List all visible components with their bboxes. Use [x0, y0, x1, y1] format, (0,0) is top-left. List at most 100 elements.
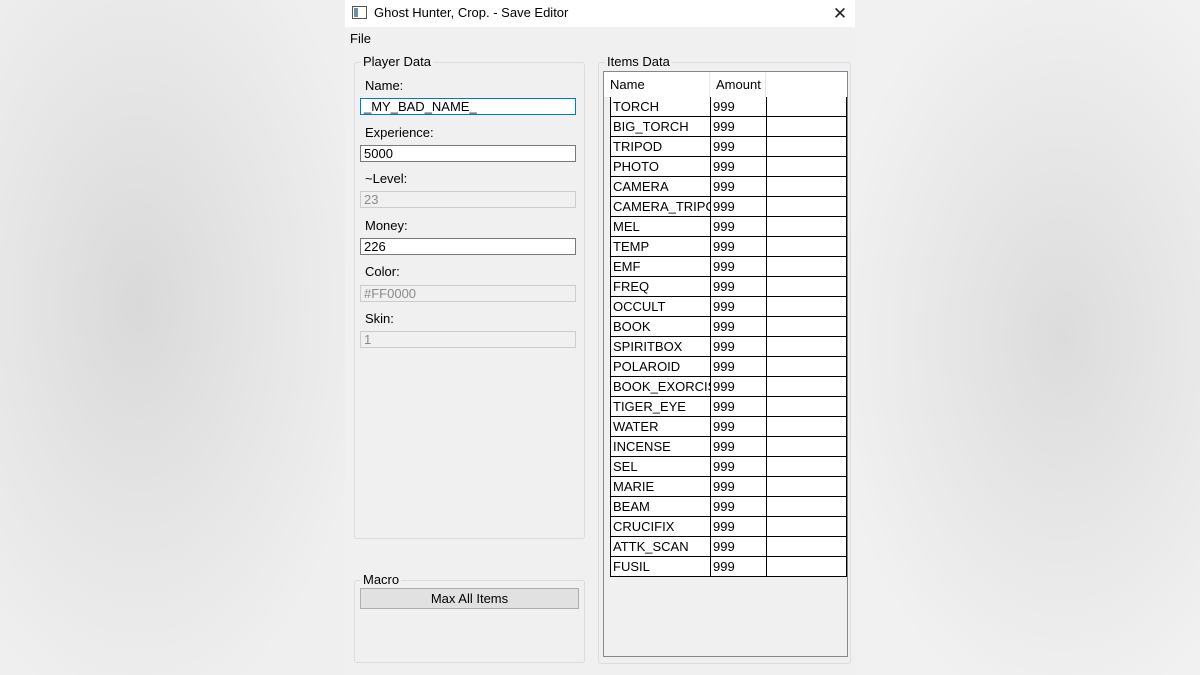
table-row[interactable]: BEAM 999 [610, 497, 847, 517]
item-name-cell[interactable]: CAMERA_TRIPOD [611, 197, 711, 216]
item-amount-cell[interactable]: 999 [711, 217, 767, 236]
close-icon[interactable]: ✕ [825, 0, 855, 27]
item-amount-cell[interactable]: 999 [711, 97, 767, 116]
item-filler-cell [767, 537, 847, 556]
item-amount-cell[interactable]: 999 [711, 457, 767, 476]
macro-legend: Macro [363, 572, 400, 587]
item-name-cell[interactable]: MEL [611, 217, 711, 236]
item-amount-cell[interactable]: 999 [711, 237, 767, 256]
item-name-cell[interactable]: CRUCIFIX [611, 517, 711, 536]
table-row[interactable]: TIGER_EYE 999 [610, 397, 847, 417]
item-name-cell[interactable]: PHOTO [611, 157, 711, 176]
table-row[interactable]: CAMERA 999 [610, 177, 847, 197]
item-name-cell[interactable]: MARIE [611, 477, 711, 496]
table-row[interactable]: EMF 999 [610, 257, 847, 277]
item-name-cell[interactable]: FUSIL [611, 557, 711, 576]
table-row[interactable]: WATER 999 [610, 417, 847, 437]
table-row[interactable]: BOOK 999 [610, 317, 847, 337]
items-data-legend: Items Data [607, 54, 670, 69]
menu-bar: File [345, 27, 855, 49]
item-amount-cell[interactable]: 999 [711, 117, 767, 136]
table-row[interactable]: FREQ 999 [610, 277, 847, 297]
experience-field[interactable]: 5000 [360, 145, 576, 162]
table-row[interactable]: PHOTO 999 [610, 157, 847, 177]
table-row[interactable]: BOOK_EXORCISM999 [610, 377, 847, 397]
item-amount-cell[interactable]: 999 [711, 437, 767, 456]
item-amount-cell[interactable]: 999 [711, 377, 767, 396]
item-amount-cell[interactable]: 999 [711, 497, 767, 516]
table-row[interactable]: MARIE 999 [610, 477, 847, 497]
item-name-cell[interactable]: INCENSE [611, 437, 711, 456]
item-name-cell[interactable]: OCCULT [611, 297, 711, 316]
item-amount-cell[interactable]: 999 [711, 557, 767, 576]
item-amount-cell[interactable]: 999 [711, 257, 767, 276]
menu-file[interactable]: File [350, 31, 371, 46]
column-header-name[interactable]: Name [604, 72, 710, 97]
table-row[interactable]: BIG_TORCH 999 [610, 117, 847, 137]
item-filler-cell [767, 277, 847, 296]
item-name-cell[interactable]: POLAROID [611, 357, 711, 376]
item-name-cell[interactable]: SPIRITBOX [611, 337, 711, 356]
item-name-cell[interactable]: WATER [611, 417, 711, 436]
column-header-amount[interactable]: Amount [710, 72, 766, 97]
table-row[interactable]: ATTK_SCAN 999 [610, 537, 847, 557]
item-name-cell[interactable]: TEMP [611, 237, 711, 256]
table-row[interactable]: TORCH 999 [610, 97, 847, 117]
item-amount-cell[interactable]: 999 [711, 357, 767, 376]
item-name-cell[interactable]: ATTK_SCAN [611, 537, 711, 556]
table-row[interactable]: FUSIL 999 [610, 557, 847, 577]
table-row[interactable]: TRIPOD 999 [610, 137, 847, 157]
item-name-cell[interactable]: TRIPOD [611, 137, 711, 156]
item-amount-cell[interactable]: 999 [711, 137, 767, 156]
title-bar[interactable]: Ghost Hunter, Crop. - Save Editor ✕ [345, 0, 855, 27]
item-amount-cell[interactable]: 999 [711, 197, 767, 216]
item-filler-cell [767, 417, 847, 436]
item-name-cell[interactable]: FREQ [611, 277, 711, 296]
table-row[interactable]: SPIRITBOX 999 [610, 337, 847, 357]
background-left [0, 0, 345, 675]
item-amount-cell[interactable]: 999 [711, 517, 767, 536]
item-filler-cell [767, 197, 847, 216]
table-row[interactable]: CAMERA_TRIPOD999 [610, 197, 847, 217]
item-amount-cell[interactable]: 999 [711, 417, 767, 436]
item-filler-cell [767, 217, 847, 236]
window-title: Ghost Hunter, Crop. - Save Editor [374, 5, 569, 20]
items-grid[interactable]: Name Amount TORCH 999 BIG_TORCH 999 TRIPOD 99… [603, 71, 848, 657]
item-amount-cell[interactable]: 999 [711, 177, 767, 196]
table-row[interactable]: OCCULT 999 [610, 297, 847, 317]
item-amount-cell[interactable]: 999 [711, 297, 767, 316]
item-amount-cell[interactable]: 999 [711, 277, 767, 296]
table-row[interactable]: SEL 999 [610, 457, 847, 477]
name-field[interactable]: _MY_BAD_NAME_ [360, 98, 576, 115]
item-name-cell[interactable]: TORCH [611, 97, 711, 116]
item-amount-cell[interactable]: 999 [711, 477, 767, 496]
item-name-cell[interactable]: BIG_TORCH [611, 117, 711, 136]
table-row[interactable]: MEL 999 [610, 217, 847, 237]
item-filler-cell [767, 157, 847, 176]
item-name-cell[interactable]: EMF [611, 257, 711, 276]
table-row[interactable]: TEMP 999 [610, 237, 847, 257]
player-data-legend: Player Data [363, 54, 431, 69]
item-amount-cell[interactable]: 999 [711, 337, 767, 356]
table-row[interactable]: CRUCIFIX 999 [610, 517, 847, 537]
item-filler-cell [767, 337, 847, 356]
item-name-cell[interactable]: SEL [611, 457, 711, 476]
macro-group: Macro [354, 573, 585, 663]
item-amount-cell[interactable]: 999 [711, 537, 767, 556]
skin-field: 1 [360, 331, 576, 348]
item-amount-cell[interactable]: 999 [711, 157, 767, 176]
item-name-cell[interactable]: TIGER_EYE [611, 397, 711, 416]
item-filler-cell [767, 557, 847, 576]
money-field[interactable]: 226 [360, 238, 576, 255]
item-name-cell[interactable]: BOOK [611, 317, 711, 336]
item-amount-cell[interactable]: 999 [711, 397, 767, 416]
item-name-cell[interactable]: BOOK_EXORCISM [611, 377, 711, 396]
max-all-items-button[interactable]: Max All Items [360, 588, 579, 609]
item-name-cell[interactable]: CAMERA [611, 177, 711, 196]
experience-label: Experience: [365, 125, 434, 140]
item-name-cell[interactable]: BEAM [611, 497, 711, 516]
table-row[interactable]: INCENSE 999 [610, 437, 847, 457]
item-filler-cell [767, 177, 847, 196]
item-amount-cell[interactable]: 999 [711, 317, 767, 336]
table-row[interactable]: POLAROID 999 [610, 357, 847, 377]
